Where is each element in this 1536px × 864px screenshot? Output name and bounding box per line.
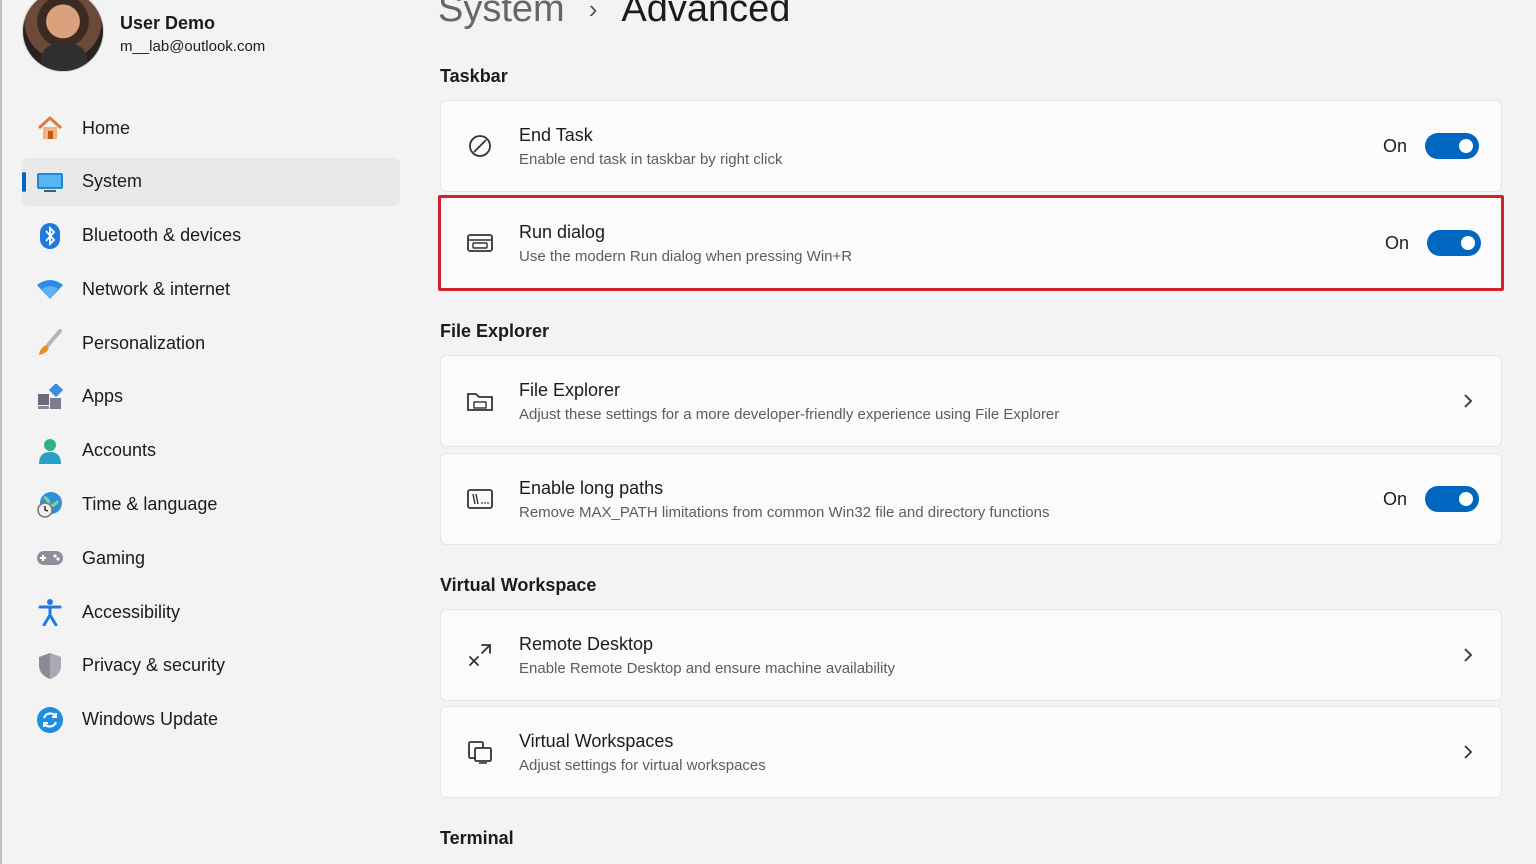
breadcrumb: System › Advanced — [438, 0, 790, 31]
run-dialog-icon — [465, 228, 495, 258]
page-title: Advanced — [621, 0, 791, 30]
sidebar-item-accounts[interactable]: Accounts — [22, 427, 400, 475]
sidebar-item-label: Network & internet — [82, 278, 231, 299]
setting-file-explorer[interactable]: File Explorer Adjust these settings for … — [440, 355, 1502, 447]
sidebar-item-apps[interactable]: Apps — [22, 373, 400, 421]
setting-title: Remote Desktop — [519, 633, 654, 654]
toggle-state-label: On — [1382, 488, 1407, 509]
sidebar-item-label: System — [82, 171, 143, 192]
sidebar-item-label: Privacy & security — [82, 655, 226, 676]
globe-clock-icon — [36, 491, 64, 519]
sidebar-item-time-language[interactable]: Time & language — [22, 481, 400, 529]
update-icon — [36, 706, 64, 734]
sidebar-nav: Home System Bluetooth & devices Network … — [22, 104, 400, 750]
bluetooth-icon — [36, 222, 64, 250]
chevron-right-icon[interactable] — [1461, 742, 1475, 762]
window-edge — [0, 0, 2, 864]
home-icon — [36, 114, 64, 142]
apps-icon — [36, 383, 64, 411]
section-title-terminal: Terminal — [440, 828, 514, 848]
profile-email: m__lab@outlook.com — [120, 38, 266, 55]
end-task-icon — [465, 131, 495, 161]
sidebar-item-label: Apps — [82, 386, 124, 407]
sidebar-item-home[interactable]: Home — [22, 104, 400, 152]
long-paths-toggle[interactable] — [1425, 486, 1479, 512]
sidebar-item-label: Windows Update — [82, 709, 219, 730]
setting-title: Virtual Workspaces — [519, 730, 674, 751]
setting-description: Use the modern Run dialog when pressing … — [519, 247, 853, 265]
setting-description: Enable Remote Desktop and ensure machine… — [519, 659, 896, 677]
section-title-taskbar: Taskbar — [440, 66, 508, 86]
profile-name: User Demo — [120, 13, 216, 33]
section-title-file-explorer: File Explorer — [440, 321, 550, 341]
sidebar-item-windows-update[interactable]: Windows Update — [22, 696, 400, 744]
sidebar-item-gaming[interactable]: Gaming — [22, 534, 400, 582]
folder-icon — [465, 386, 495, 416]
setting-enable-long-paths[interactable]: Enable long paths Remove MAX_PATH limita… — [440, 453, 1502, 545]
setting-virtual-workspaces[interactable]: Virtual Workspaces Adjust settings for v… — [440, 706, 1502, 798]
setting-title: Enable long paths — [519, 477, 664, 498]
breadcrumb-separator: › — [588, 0, 598, 24]
shield-icon — [36, 652, 64, 680]
breadcrumb-parent[interactable]: System — [438, 0, 565, 31]
chevron-right-icon[interactable] — [1461, 391, 1475, 411]
virtual-workspaces-icon — [465, 737, 495, 767]
user-profile[interactable]: User Demo m__lab@outlook.com — [22, 0, 265, 72]
setting-title: Run dialog — [519, 221, 606, 242]
setting-description: Remove MAX_PATH limitations from common … — [519, 503, 1050, 521]
setting-end-task[interactable]: End Task Enable end task in taskbar by r… — [440, 100, 1502, 192]
sidebar-item-label: Personalization — [82, 332, 206, 353]
setting-remote-desktop[interactable]: Remote Desktop Enable Remote Desktop and… — [440, 609, 1502, 701]
toggle-state-label: On — [1382, 135, 1407, 156]
long-paths-icon — [465, 484, 495, 514]
sidebar-item-system[interactable]: System — [22, 157, 400, 206]
sidebar-item-accessibility[interactable]: Accessibility — [22, 588, 400, 636]
setting-description: Enable end task in taskbar by right clic… — [519, 150, 783, 168]
sidebar-item-label: Gaming — [82, 547, 146, 568]
chevron-right-icon[interactable] — [1461, 645, 1475, 665]
end-task-toggle[interactable] — [1425, 133, 1479, 159]
sidebar-item-label: Bluetooth & devices — [82, 225, 242, 246]
run-dialog-toggle[interactable] — [1427, 230, 1481, 256]
setting-title: File Explorer — [519, 379, 621, 400]
toggle-state-label: On — [1384, 232, 1409, 253]
sidebar-item-label: Home — [82, 117, 131, 138]
setting-description: Adjust settings for virtual workspaces — [519, 756, 766, 774]
system-icon — [36, 168, 64, 196]
sidebar-item-personalization[interactable]: Personalization — [22, 319, 400, 367]
sidebar-item-network[interactable]: Network & internet — [22, 265, 400, 313]
setting-title: End Task — [519, 124, 593, 145]
setting-run-dialog[interactable]: Run dialog Use the modern Run dialog whe… — [438, 195, 1504, 291]
brush-icon — [36, 329, 64, 357]
accounts-icon — [36, 437, 64, 465]
sidebar-item-label: Time & language — [82, 494, 218, 515]
section-title-virtual-workspace: Virtual Workspace — [440, 575, 597, 595]
sidebar-item-label: Accessibility — [82, 601, 181, 622]
remote-desktop-icon — [465, 640, 495, 670]
sidebar-item-label: Accounts — [82, 440, 157, 461]
sidebar-item-privacy-security[interactable]: Privacy & security — [22, 642, 400, 690]
avatar — [22, 0, 104, 72]
setting-description: Adjust these settings for a more develop… — [519, 405, 1060, 423]
accessibility-icon — [36, 598, 64, 627]
wifi-icon — [36, 275, 64, 303]
gamepad-icon — [36, 544, 64, 572]
sidebar-item-bluetooth[interactable]: Bluetooth & devices — [22, 212, 400, 260]
